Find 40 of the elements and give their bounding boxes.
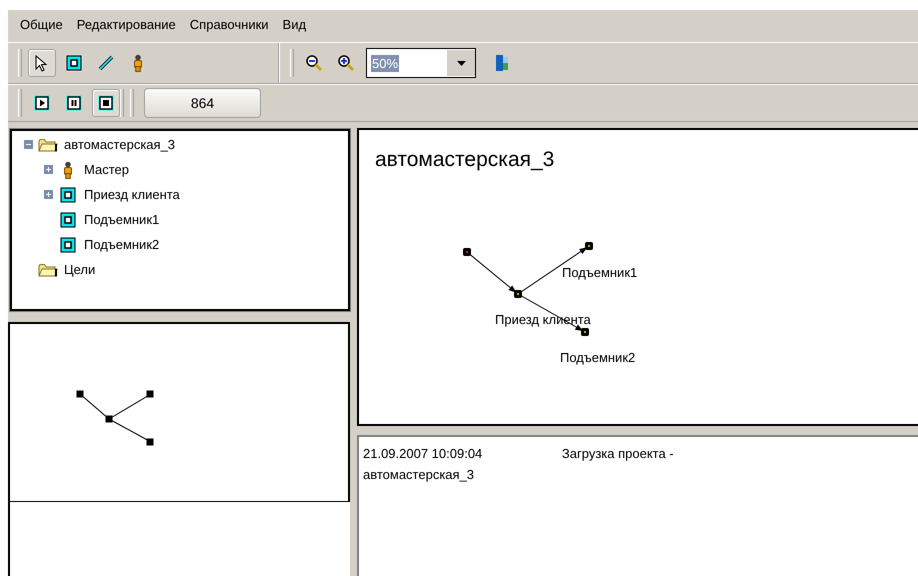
pause-icon	[66, 95, 82, 111]
node-label: Подъемник1	[562, 265, 638, 280]
dropdown-caret-icon	[456, 60, 466, 66]
zoom-in-icon	[337, 54, 355, 72]
menu-item[interactable]: Редактирование	[76, 17, 176, 34]
door-icon	[495, 54, 509, 72]
log-entry: 21.09.2007 10:09:04 Загрузка проекта - автомастерская_3	[363, 445, 675, 484]
zoom-out-icon	[305, 54, 323, 72]
square-icon	[66, 55, 82, 71]
square-icon	[60, 212, 76, 228]
node-marker	[581, 328, 589, 336]
tree-item[interactable]: Приезд клиента	[82, 187, 182, 202]
tree-item[interactable]: Мастер	[82, 162, 131, 177]
tree-item[interactable]: автомастерская_3	[62, 137, 178, 152]
node-label: Подъемник2	[560, 350, 636, 365]
diagram-title: автомастерская_3	[374, 147, 556, 172]
tree-item[interactable]: Подъемник2	[82, 237, 162, 252]
menu-item[interactable]: Общие	[20, 17, 63, 34]
square-icon	[60, 186, 76, 202]
node-marker	[463, 248, 471, 256]
node-marker	[585, 242, 593, 250]
tool-button[interactable]	[28, 49, 56, 77]
menu-item[interactable]: Вид	[282, 17, 306, 34]
stop-icon	[98, 95, 114, 111]
person-icon	[63, 160, 73, 178]
tree-item[interactable]: Цели	[62, 262, 98, 277]
node-marker	[514, 290, 522, 298]
tree-item[interactable]: Подъемник1	[82, 212, 162, 227]
menu-item[interactable]: Справочники	[190, 17, 269, 34]
play-icon	[34, 95, 50, 111]
line-icon	[98, 55, 114, 71]
folder-icon	[38, 262, 58, 276]
expand-icon[interactable]	[44, 190, 53, 199]
person-icon	[133, 54, 143, 72]
collapse-icon[interactable]	[24, 140, 33, 149]
expand-icon[interactable]	[44, 165, 53, 174]
counter-button[interactable]: 864	[144, 88, 261, 118]
playback-button[interactable]	[92, 89, 120, 117]
square-icon	[60, 236, 76, 252]
folder-icon	[38, 138, 58, 152]
